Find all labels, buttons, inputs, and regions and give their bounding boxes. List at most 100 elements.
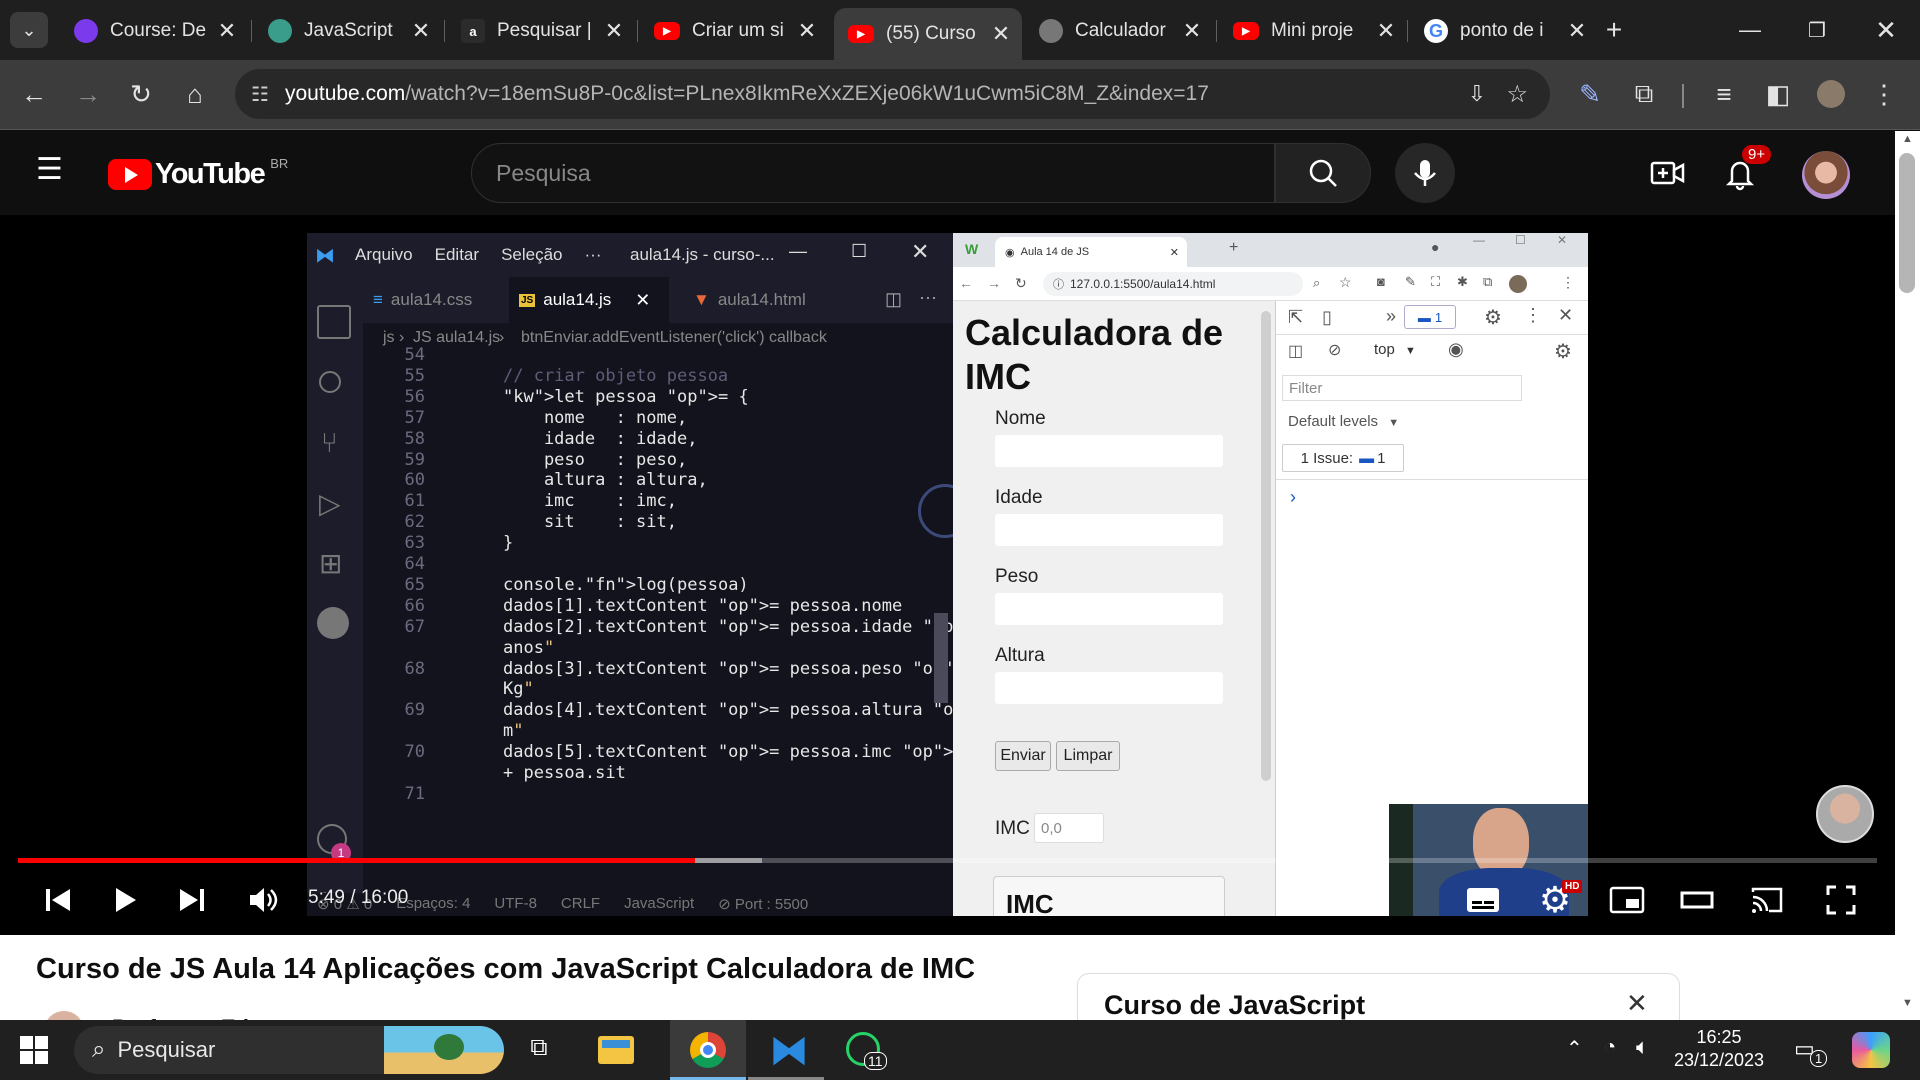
browser-tab[interactable]: ▶ (55) Curso ✕	[834, 8, 1022, 60]
reload-button[interactable]: ↻	[119, 72, 163, 116]
close-icon[interactable]: ✕	[1626, 988, 1648, 1019]
enviar-button[interactable]: Enviar	[995, 741, 1051, 771]
page-scrollbar[interactable]	[1261, 311, 1271, 781]
youtube-logo[interactable]: YouTube BR	[108, 156, 288, 191]
site-info-icon[interactable]: ☷	[235, 82, 285, 107]
close-icon[interactable]: ✕	[794, 18, 820, 44]
account-avatar[interactable]	[1802, 151, 1850, 199]
media-control-button[interactable]: ≡	[1702, 72, 1746, 116]
search-icon[interactable]	[319, 371, 341, 393]
log-levels-dropdown[interactable]: Default levels ▼	[1288, 413, 1399, 430]
close-window-button[interactable]: ✕	[1866, 12, 1906, 48]
extensions-button[interactable]: ⧉	[1622, 72, 1666, 116]
vscode-menu-item[interactable]: Editar	[435, 245, 479, 265]
channel-watermark[interactable]	[1816, 785, 1874, 843]
settings-button[interactable]: ⚙ HD	[1532, 878, 1583, 922]
close-icon[interactable]: ✕	[408, 18, 434, 44]
subtitles-button[interactable]	[1460, 878, 1506, 922]
whatsapp-taskbar-button[interactable]: 11	[826, 1020, 902, 1080]
avatar[interactable]	[1509, 275, 1527, 293]
browser-tab[interactable]: Gponto de i ✕	[1410, 10, 1598, 52]
tab-aula14-css[interactable]: ≡ aula14.css	[373, 277, 509, 323]
pen-extension-button[interactable]: ✎	[1568, 72, 1612, 116]
tab-search-button[interactable]: ⌄	[10, 12, 48, 48]
clock[interactable]: 16:25 23/12/2023	[1660, 1026, 1778, 1074]
console-filter-input[interactable]: Filter	[1282, 375, 1522, 401]
miniplayer-button[interactable]	[1604, 878, 1650, 922]
more-actions-icon[interactable]: ···	[919, 287, 937, 308]
run-debug-icon[interactable]: ▷	[319, 487, 341, 520]
vscode-minimize-icon[interactable]: —	[789, 241, 807, 262]
device-toggle-icon[interactable]: ▯	[1322, 307, 1332, 328]
idade-input[interactable]	[995, 514, 1223, 546]
guide-menu-button[interactable]: ☰	[36, 155, 68, 185]
github-icon[interactable]	[317, 607, 349, 639]
settings-gear-icon[interactable]: ⚙	[1554, 339, 1572, 364]
status-item[interactable]: JavaScript	[624, 895, 694, 913]
tab-aula14-js[interactable]: JS aula14.js ✕	[509, 277, 669, 323]
mute-button[interactable]	[242, 878, 284, 922]
browser-tab[interactable]: ▶ Criar um si ✕	[640, 10, 828, 52]
chrome-taskbar-button[interactable]	[670, 1020, 746, 1080]
play-button[interactable]	[102, 878, 146, 922]
minimize-icon[interactable]: —	[1473, 233, 1485, 247]
inspect-icon[interactable]: ⇱	[1288, 307, 1303, 328]
address-bar[interactable]: ☷ youtube.com /watch?v=18emSu8P-0c&list=…	[235, 69, 1550, 119]
close-icon[interactable]: ✕	[1179, 18, 1205, 44]
previous-button[interactable]	[38, 878, 78, 922]
code-editor[interactable]: 54 55 // criar objeto pessoa 56 "kw">let pes…	[363, 345, 953, 877]
plus-icon[interactable]: +	[1229, 239, 1238, 257]
theater-mode-button[interactable]	[1674, 878, 1720, 922]
fullscreen-button[interactable]	[1818, 878, 1864, 922]
task-view-button[interactable]: ⧉	[522, 1034, 556, 1066]
notifications-button[interactable]: 9+	[1720, 145, 1772, 193]
nome-input[interactable]	[995, 435, 1223, 467]
profile-button[interactable]	[1809, 72, 1853, 116]
notification-center-button[interactable]: ▭ 1	[1794, 1036, 1828, 1067]
sidebar-toggle-icon[interactable]: ◫	[1288, 341, 1303, 361]
forward-button[interactable]: →	[66, 72, 110, 116]
file-explorer-button[interactable]	[598, 1036, 634, 1064]
vscode-menu-item[interactable]: Seleção	[501, 245, 562, 265]
bookmark-star-icon[interactable]: ☆	[1506, 80, 1528, 109]
scrollbar-thumb[interactable]	[1899, 153, 1915, 293]
vscode-menu-item[interactable]: ···	[585, 245, 602, 265]
console-prompt-icon[interactable]: ›	[1290, 487, 1296, 508]
close-icon[interactable]: ✕	[214, 18, 240, 44]
reload-icon[interactable]: ↻	[1015, 275, 1027, 292]
camera-icon[interactable]: ◙	[1377, 274, 1385, 289]
browser-tab[interactable]: ▶ Mini proje ✕	[1219, 10, 1407, 52]
vscode-taskbar-button[interactable]: ⧓	[748, 1020, 824, 1080]
browser-tab[interactable]: Calculador ✕	[1025, 10, 1213, 52]
more-tabs-icon[interactable]: »	[1386, 306, 1396, 327]
vscode-close-icon[interactable]: ✕	[911, 239, 929, 265]
embedded-tab[interactable]: ◉ Aula 14 de JS ✕	[995, 237, 1187, 267]
close-icon[interactable]: ✕	[601, 18, 627, 44]
tray-overflow-icon[interactable]: ⌃	[1566, 1036, 1583, 1061]
chrome-menu-button[interactable]: ⋮	[1862, 72, 1906, 116]
create-button[interactable]	[1648, 153, 1688, 193]
back-button[interactable]: ←	[12, 72, 56, 116]
restore-icon[interactable]: ☐	[1515, 233, 1526, 247]
console-messages-badge[interactable]: ▬ 1	[1404, 305, 1456, 329]
source-control-icon[interactable]: ⑂	[321, 427, 338, 459]
browser-tab[interactable]: a Pesquisar | ✕	[447, 10, 635, 52]
scroll-down-icon[interactable]: ▼	[1902, 997, 1913, 1009]
vscode-menu-item[interactable]: Arquivo	[355, 245, 413, 265]
start-button[interactable]	[20, 1036, 48, 1064]
kebab-menu-icon[interactable]: ⋮	[1561, 274, 1575, 291]
explorer-icon[interactable]	[317, 305, 351, 339]
volume-icon[interactable]: 🔈︎	[1636, 1034, 1649, 1060]
status-item[interactable]: CRLF	[561, 895, 600, 913]
split-editor-icon[interactable]: ◫	[885, 289, 902, 310]
close-icon[interactable]: ✕	[1170, 246, 1179, 259]
extension-icon[interactable]: ✱	[1457, 274, 1468, 290]
scroll-up-icon[interactable]: ▲	[1902, 133, 1913, 145]
close-icon[interactable]: ✕	[1564, 18, 1590, 44]
install-app-icon[interactable]: ⇩	[1468, 81, 1486, 107]
side-panel-button[interactable]: ◧	[1756, 72, 1800, 116]
vscode-maximize-icon[interactable]: ☐	[851, 241, 867, 262]
browser-tab[interactable]: JavaScript ✕	[254, 10, 442, 52]
kebab-menu-icon[interactable]: ⋮	[1524, 305, 1542, 326]
browser-tab[interactable]: Course: De ✕	[60, 10, 248, 52]
